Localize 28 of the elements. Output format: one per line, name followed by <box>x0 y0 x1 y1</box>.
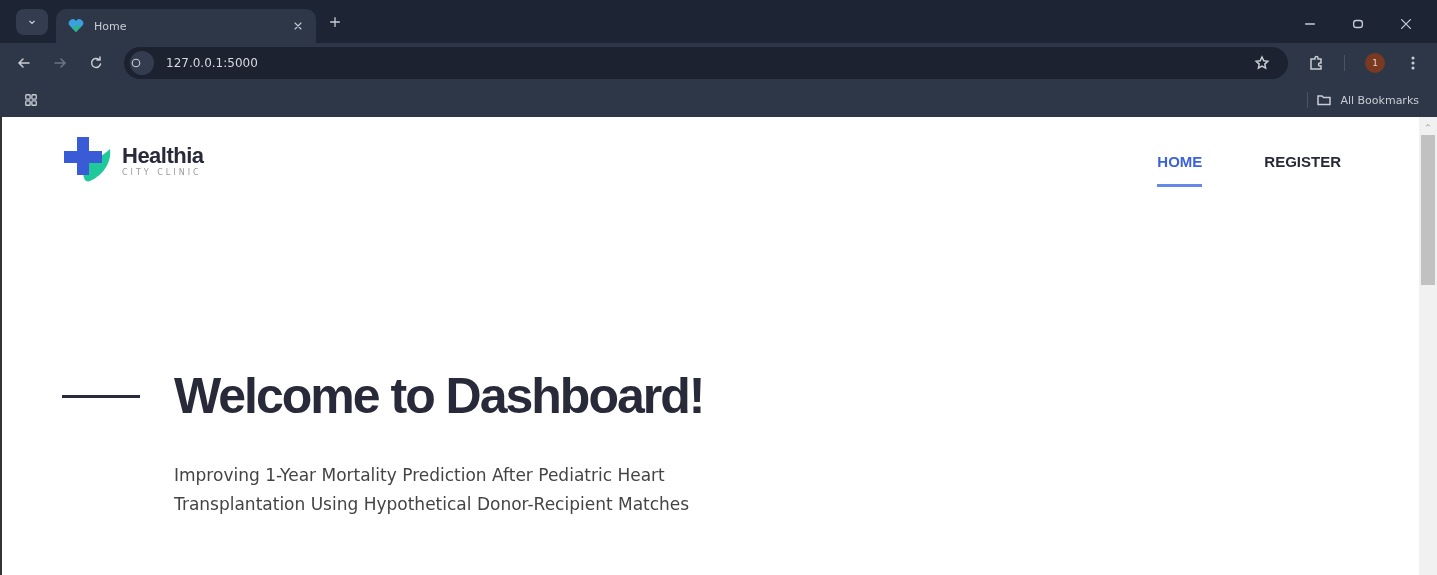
site-info-icon[interactable] <box>130 56 142 70</box>
logo-name: Healthia <box>122 143 204 168</box>
all-bookmarks-link[interactable]: All Bookmarks <box>1340 93 1419 107</box>
profile-avatar[interactable]: 1 <box>1365 53 1385 73</box>
star-icon[interactable] <box>1254 55 1270 71</box>
heart-icon <box>68 19 84 33</box>
scrollbar-thumb[interactable] <box>1421 135 1435 285</box>
scrollbar[interactable] <box>1419 117 1437 575</box>
close-icon[interactable] <box>292 20 304 32</box>
plus-icon[interactable] <box>328 15 342 29</box>
logo-tagline: CITY CLINIC <box>122 167 203 177</box>
back-arrow-icon[interactable] <box>16 55 32 71</box>
url-text: 127.0.0.1:5000 <box>166 56 259 70</box>
close-icon[interactable] <box>1399 17 1413 31</box>
restore-icon[interactable] <box>1351 17 1365 31</box>
address-bar[interactable]: 127.0.0.1:5000 <box>124 47 1288 79</box>
browser-tab[interactable]: Home <box>56 9 316 43</box>
hero-subtitle: Improving 1-Year Mortality Prediction After Pediatric Heart Transplantation Using Hypothetical Donor-Recipient Matches <box>174 464 691 516</box>
hero-title: Welcome to Dashboard! <box>174 367 704 425</box>
nav-link[interactable]: REGISTER <box>1264 153 1341 187</box>
puzzle-icon[interactable] <box>1308 55 1324 71</box>
forward-arrow-icon[interactable] <box>52 55 68 71</box>
folder-icon[interactable] <box>1316 92 1333 108</box>
apps-grid-icon[interactable] <box>24 93 38 107</box>
medical-cross-logo-icon <box>62 137 112 183</box>
nav-link[interactable]: HOME <box>1157 153 1203 187</box>
reload-icon[interactable] <box>88 55 104 71</box>
tab-title: Home <box>94 19 128 33</box>
